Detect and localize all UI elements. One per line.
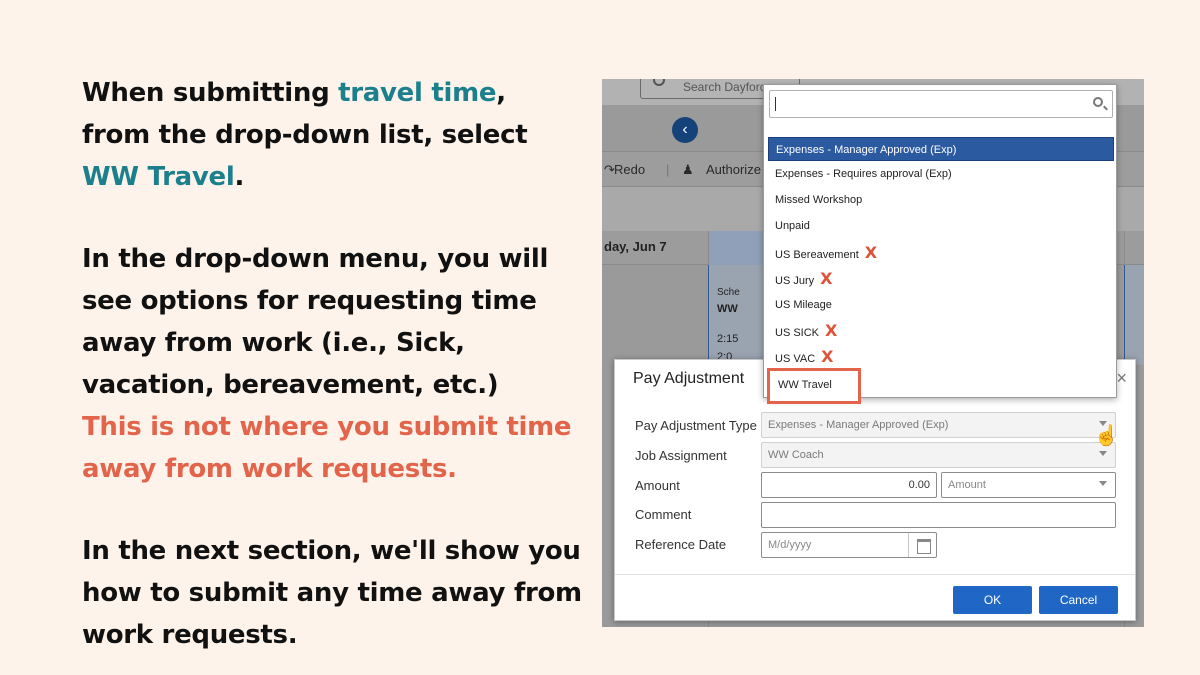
redo-button[interactable]: Redo: [614, 162, 645, 177]
highlight-ww-travel: WW Travel: [82, 162, 235, 192]
warning-text: This is not where you submit time away f…: [82, 412, 572, 484]
hand-cursor-icon: ☝: [1094, 425, 1119, 447]
dropdown-option[interactable]: US SICK X: [768, 318, 1114, 344]
dropdown-option-label: US VAC: [775, 353, 816, 366]
dropdown-option-label: US Mileage: [775, 298, 832, 311]
dropdown-option-label: Expenses - Requires approval (Exp): [775, 168, 952, 180]
amount-unit-select[interactable]: Amount: [941, 472, 1116, 498]
instruction-paragraph-3: In the next section, we'll show you how …: [82, 536, 582, 650]
authorize-button[interactable]: Authorize: [706, 162, 761, 177]
dropdown-option[interactable]: US Bereavement X: [768, 240, 1114, 266]
dayforce-screenshot: Search Dayforce ‹ ↷ Redo | ♟ Authorize d…: [602, 79, 1144, 627]
dropdown-option-label: Expenses - Manager Approved (Exp): [776, 144, 957, 156]
dropdown-option-label: Unpaid: [775, 220, 810, 233]
x-mark: X: [821, 347, 834, 367]
dropdown-option[interactable]: Unpaid: [768, 213, 1114, 239]
amount-value: 0.00: [908, 479, 930, 491]
text-cursor: [775, 97, 776, 111]
job-assignment-label: Job Assignment: [635, 448, 727, 463]
dropdown-option-label: Missed Workshop: [775, 194, 863, 207]
schedule-cell[interactable]: [1124, 265, 1144, 365]
highlight-travel-time: travel time: [338, 78, 497, 108]
search-icon: [653, 79, 665, 86]
amount-label: Amount: [635, 478, 680, 493]
schedule-label: Sche: [717, 287, 740, 298]
schedule-cell[interactable]: Sche WW 2:15 2:0: [708, 265, 763, 365]
toolbar-divider: |: [666, 162, 670, 177]
chevron-down-icon: [1099, 481, 1107, 486]
day-label: day, Jun 7: [604, 239, 667, 254]
pay-adjustment-type-dropdown: Expenses - Manager Approved (Exp) Expense…: [763, 84, 1117, 404]
comment-label: Comment: [635, 507, 692, 522]
instruction-text: When submitting travel time, from the dr…: [82, 72, 582, 656]
dropdown-option-label: US Bereavement: [775, 248, 859, 261]
dropdown-option[interactable]: US Mileage: [768, 292, 1114, 318]
job-assignment-value: WW Coach: [768, 449, 824, 461]
dropdown-option[interactable]: Expenses - Requires approval (Exp): [768, 161, 1114, 187]
pay-adjustment-type-select[interactable]: Expenses - Manager Approved (Exp): [761, 412, 1116, 438]
comment-input[interactable]: [761, 502, 1116, 528]
instruction-paragraph-1: When submitting travel time, from the dr…: [82, 72, 582, 198]
x-mark: X: [820, 268, 833, 288]
reference-date-placeholder: M/d/yyyy: [768, 539, 812, 551]
dropdown-search-input[interactable]: [769, 90, 1113, 118]
x-mark: X: [825, 321, 838, 341]
amount-input[interactable]: 0.00: [761, 472, 937, 498]
search-icon: [1093, 97, 1103, 107]
back-arrow-icon[interactable]: ‹: [672, 117, 698, 143]
close-icon[interactable]: ×: [1116, 368, 1127, 389]
dropdown-option[interactable]: Expenses - Manager Approved (Exp): [768, 137, 1114, 161]
day-header-cell: [708, 231, 763, 265]
dropdown-options: Expenses - Manager Approved (Exp) Expense…: [768, 137, 1114, 371]
dialog-title: Pay Adjustment: [633, 370, 745, 387]
dropdown-option[interactable]: US Jury X: [768, 266, 1114, 292]
ok-button[interactable]: OK: [953, 586, 1032, 614]
instruction-text-segment: .: [234, 162, 245, 192]
reference-date-input[interactable]: M/d/yyyy: [761, 532, 937, 558]
reference-date-label: Reference Date: [635, 537, 727, 552]
ww-travel-option[interactable]: WW Travel: [767, 368, 861, 404]
dropdown-option[interactable]: Missed Workshop: [768, 187, 1114, 213]
pay-adjustment-dialog: Pay Adjustment × Pay Adjustment Type Exp…: [614, 359, 1136, 621]
calendar-icon[interactable]: [908, 533, 936, 557]
authorize-icon: ♟: [682, 162, 694, 177]
search-placeholder: Search Dayforce: [683, 80, 773, 94]
job-assignment-select[interactable]: WW Coach: [761, 442, 1116, 468]
dropdown-option-label: US SICK: [775, 327, 820, 340]
amount-unit-value: Amount: [948, 479, 986, 491]
dialog-footer-divider: [615, 574, 1135, 575]
dropdown-option[interactable]: US VAC X: [768, 344, 1114, 370]
instruction-paragraph-2: In the drop-down menu, you will see opti…: [82, 244, 549, 400]
chevron-down-icon: [1099, 451, 1107, 456]
pay-adjustment-type-label: Pay Adjustment Type: [635, 418, 757, 433]
pay-adjustment-type-value: Expenses - Manager Approved (Exp): [768, 419, 949, 431]
instruction-text-segment: When submitting: [82, 78, 339, 108]
shift-label: WW: [717, 303, 738, 315]
x-mark: X: [864, 242, 878, 262]
dropdown-option-label: US Jury: [775, 274, 815, 287]
cancel-button[interactable]: Cancel: [1039, 586, 1118, 614]
shift-time: 2:15: [717, 333, 739, 345]
